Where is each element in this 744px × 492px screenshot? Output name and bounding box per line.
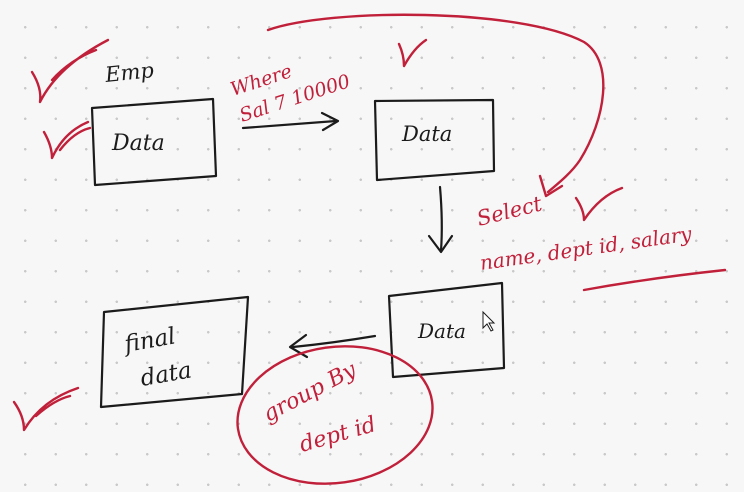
columns-label: name, dept id, salary [478, 221, 693, 275]
group-by-label-line1: group By [259, 357, 361, 427]
whiteboard-canvas: Emp Data Data Data final data Where Sal … [12, 13, 727, 485]
arrow-down-icon [427, 185, 454, 254]
check-mark-icon [574, 186, 624, 222]
curved-arrow-icon [266, 13, 605, 194]
check-mark-icon [12, 386, 80, 432]
data-box-filtered-label: Data [401, 122, 452, 146]
group-by-label-line2: dept id [297, 412, 379, 458]
curved-arrowhead-icon [538, 174, 564, 198]
select-label: Select [474, 191, 545, 230]
final-data-label-line1: final [121, 323, 178, 358]
group-by-circle [236, 345, 434, 485]
columns-underline [582, 268, 727, 292]
emp-label: Emp [103, 58, 155, 87]
check-mark-icon [397, 38, 428, 68]
check-mark-icon [42, 120, 92, 160]
final-data-box [99, 295, 250, 409]
cursor-icon [482, 310, 496, 332]
data-box-selected-label: Data [417, 319, 466, 343]
data-box-source-label: Data [111, 131, 165, 156]
final-data-label-line2: data [139, 357, 194, 392]
check-mark-icon [30, 38, 110, 104]
